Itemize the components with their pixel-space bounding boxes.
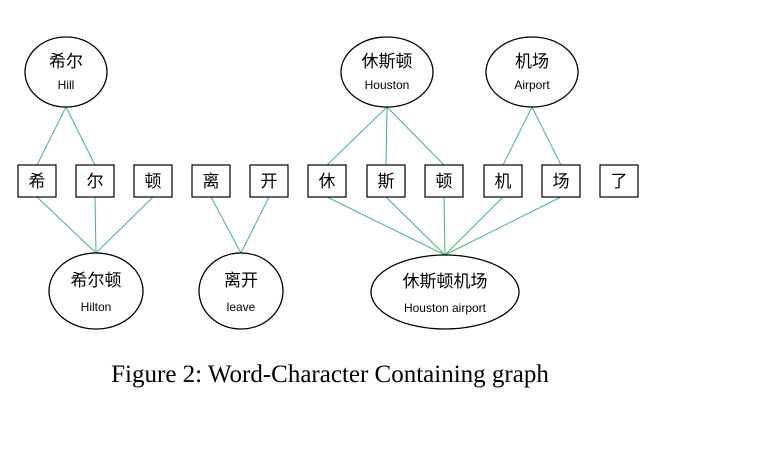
char-node: 离 <box>191 164 231 198</box>
char-node: 顿 <box>424 164 464 198</box>
char-node: 开 <box>249 164 289 198</box>
containing-edge <box>95 196 154 254</box>
word-zh-label: 希尔 <box>49 52 83 72</box>
char-node: 斯 <box>366 164 406 198</box>
word-node-hilton: 希尔顿 Hilton <box>48 252 144 330</box>
containing-edge <box>94 196 97 254</box>
word-node-houston: 休斯顿 Houston <box>340 36 434 108</box>
word-zh-label: 休斯顿机场 <box>403 272 488 292</box>
word-zh-label: 休斯顿 <box>362 52 413 72</box>
word-en-label: Airport <box>514 78 550 92</box>
word-en-label: Hilton <box>81 300 112 314</box>
char-label: 离 <box>203 172 220 192</box>
containing-edge <box>240 196 270 254</box>
char-node: 希 <box>17 164 57 198</box>
figure-caption: Figure 2: Word-Character Containing grap… <box>111 361 549 388</box>
char-node: 尔 <box>75 164 115 198</box>
char-label: 机 <box>495 172 512 192</box>
containing-edge <box>65 106 96 166</box>
containing-edge <box>386 106 445 166</box>
containing-edge <box>531 106 562 166</box>
word-character-graph: 希 尔 顿 离 开 休 斯 顿 机 场 了 希尔 Hill 休斯顿 Housto… <box>17 36 639 330</box>
word-node-houston-airport: 休斯顿机场 Houston airport <box>370 254 520 330</box>
word-zh-label: 机场 <box>515 52 549 72</box>
char-label: 休 <box>319 172 336 192</box>
char-node: 了 <box>599 164 639 198</box>
char-node: 休 <box>307 164 347 198</box>
char-label: 顿 <box>145 172 162 192</box>
word-en-label: Houston airport <box>404 301 487 315</box>
containing-edge <box>444 196 562 256</box>
word-en-label: Houston <box>365 78 410 92</box>
char-node: 场 <box>541 164 581 198</box>
word-node-airport: 机场 Airport <box>485 36 579 108</box>
containing-edge <box>210 196 242 254</box>
char-label: 斯 <box>378 172 395 192</box>
word-en-label: Hill <box>58 78 75 92</box>
char-label: 顿 <box>436 172 453 192</box>
word-zh-label: 离开 <box>224 271 258 291</box>
char-label: 开 <box>261 172 278 192</box>
containing-edge <box>502 106 533 166</box>
containing-edge <box>326 106 388 166</box>
containing-edge <box>443 196 446 256</box>
containing-edge <box>36 106 67 166</box>
word-node-leave: 离开 leave <box>198 252 284 330</box>
char-node: 顿 <box>133 164 173 198</box>
word-zh-label: 希尔顿 <box>71 271 122 291</box>
containing-edge <box>326 196 446 256</box>
containing-edge <box>385 196 446 256</box>
edge-layer <box>36 106 562 256</box>
char-label: 场 <box>553 172 570 192</box>
word-en-label: leave <box>227 300 256 314</box>
char-label: 尔 <box>87 172 104 192</box>
containing-edge <box>36 196 97 254</box>
word-node-hill: 希尔 Hill <box>24 36 108 108</box>
character-row: 希 尔 顿 离 开 休 斯 顿 机 场 了 <box>17 164 639 198</box>
char-label: 希 <box>29 172 46 192</box>
containing-edge <box>444 196 504 256</box>
containing-edge <box>385 106 388 166</box>
char-label: 了 <box>611 172 628 192</box>
char-node: 机 <box>483 164 523 198</box>
